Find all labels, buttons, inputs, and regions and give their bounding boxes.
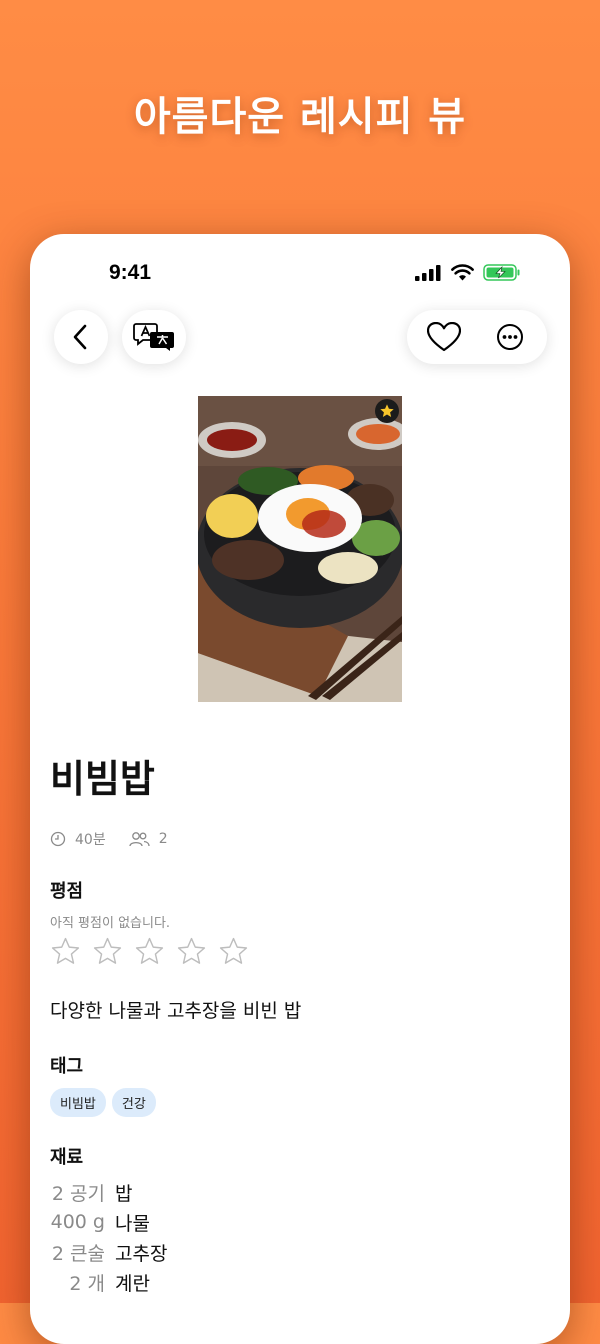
heart-icon (427, 322, 461, 352)
ingredient-row: 400 g 나물 (50, 1207, 167, 1237)
tag-chip[interactable]: 건강 (111, 1088, 156, 1117)
banner-title: 아름다운 레시피 뷰 (133, 94, 467, 140)
ingredient-quantity: 2 큰술 (51, 1242, 105, 1265)
ingredients-label: 재료 (50, 1147, 84, 1168)
status-time: 9:41 (109, 261, 152, 284)
rating-stars[interactable] (50, 936, 249, 967)
servings: 2 (158, 831, 168, 847)
tags-label: 태그 (50, 1056, 84, 1077)
tags-list: 비빔밥 건강 (50, 1088, 156, 1117)
bibimbap-photo (198, 396, 402, 702)
recipe-photo[interactable] (198, 396, 402, 702)
star-outline-icon[interactable] (134, 936, 165, 967)
star-outline-icon[interactable] (218, 936, 249, 967)
ingredient-row: 2 공기 밥 (50, 1177, 167, 1207)
star-outline-icon[interactable] (176, 936, 207, 967)
tag-chip[interactable]: 비빔밥 (50, 1088, 106, 1117)
star-outline-icon[interactable] (92, 936, 123, 967)
star-outline-icon[interactable] (50, 936, 81, 967)
more-horizontal-icon (497, 324, 523, 350)
ingredient-name: 고추장 (115, 1242, 168, 1265)
ingredient-quantity: 2 개 (69, 1272, 105, 1295)
translate-button[interactable] (122, 310, 186, 364)
cook-time: 40분 (75, 832, 106, 848)
recipe-title: 비빔밥 (50, 757, 155, 801)
actions-pill (407, 310, 547, 364)
more-button[interactable] (483, 310, 537, 364)
signal-icon (415, 264, 441, 281)
recipe-description: 다양한 나물과 고추장을 비빈 밥 (50, 1000, 302, 1022)
chevron-left-icon (73, 324, 87, 350)
ingredient-name: 계란 (115, 1272, 150, 1295)
rating-status: 아직 평점이 없습니다. (50, 916, 171, 931)
recipe-meta: 40분 2 (50, 829, 190, 849)
star-filled-icon (380, 404, 394, 417)
ingredient-quantity: 400 g (50, 1211, 105, 1233)
translate-icon (133, 323, 174, 351)
phone-frame: 9:41 비빔밥 40분 2 평점 아직 평점이 없습니다. 다양한 나물과 고… (30, 234, 570, 1344)
ingredient-row: 2 개 계란 (50, 1267, 167, 1297)
ingredient-row: 2 큰술 고추장 (50, 1237, 168, 1267)
battery-charging-icon (483, 264, 520, 281)
ingredient-name: 밥 (115, 1182, 133, 1205)
ingredient-quantity: 2 공기 (51, 1182, 105, 1205)
back-button[interactable] (54, 310, 108, 364)
status-bar: 9:41 (30, 234, 570, 314)
featured-badge (375, 399, 399, 423)
people-icon (129, 832, 150, 847)
favorite-button[interactable] (417, 310, 471, 364)
ingredient-name: 나물 (115, 1212, 150, 1235)
status-icons (415, 264, 521, 281)
wifi-icon (451, 264, 474, 281)
clock-icon (50, 831, 66, 847)
rating-label: 평점 (50, 881, 84, 902)
ingredients-list: 2 공기 밥 400 g 나물 2 큰술 고추장 2 개 계란 (50, 1177, 168, 1297)
